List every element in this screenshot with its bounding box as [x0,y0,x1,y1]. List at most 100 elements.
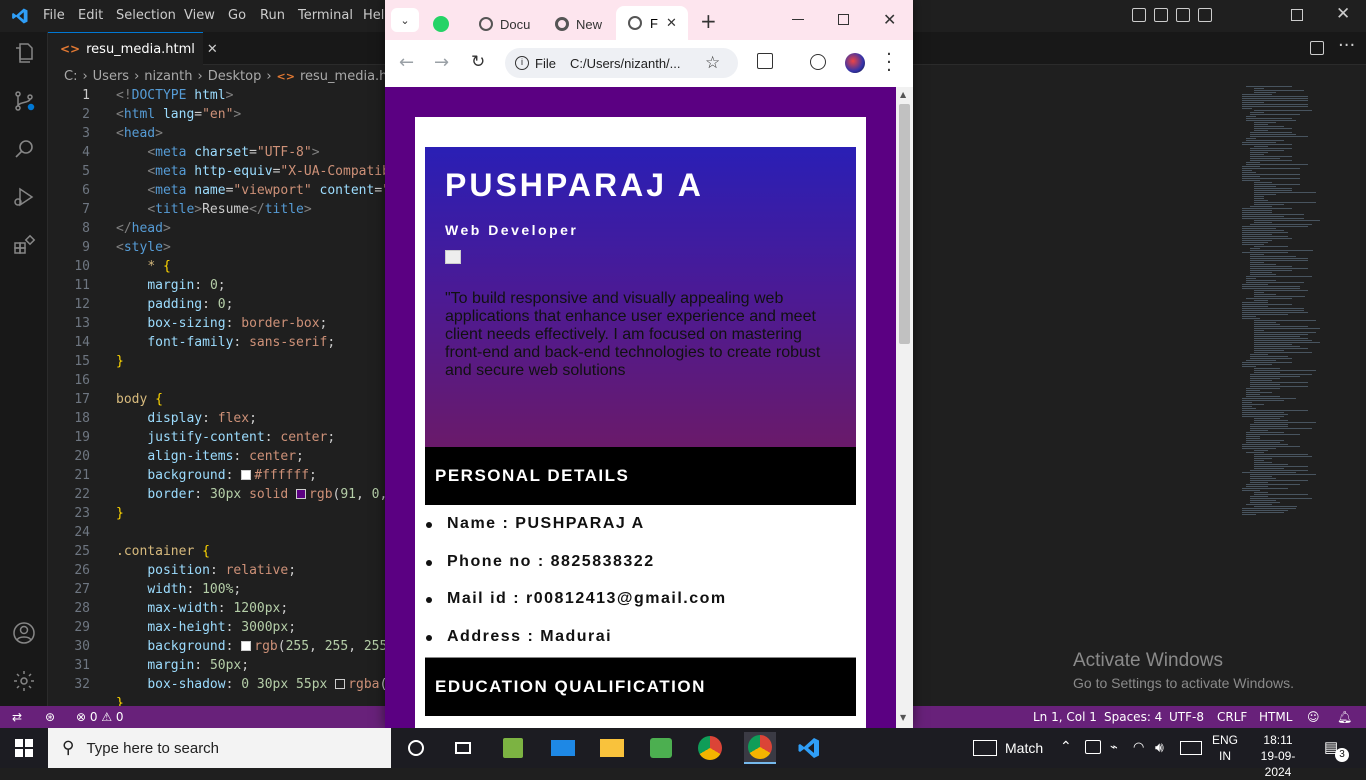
code-line[interactable]: background: rgb(255, 255, 255 [116,637,387,656]
chrome-active-taskbar-icon[interactable] [744,732,776,764]
task-view-icon[interactable] [447,732,479,764]
code-line[interactable]: justify-content: center; [116,428,335,447]
source-control-icon[interactable] [11,88,37,114]
news-widget-icon[interactable] [973,740,997,756]
code-line[interactable]: background: #ffffff; [116,466,317,485]
maximize-icon[interactable] [838,14,849,25]
mail-icon[interactable] [547,732,579,764]
code-line[interactable]: align-items: center; [116,447,304,466]
taskbar-search-box[interactable]: ⚲ Type here to search [48,728,391,768]
scroll-up-arrow-icon[interactable]: ▲ [900,90,906,99]
tab-close-icon[interactable]: ✕ [207,42,218,57]
wifi-icon[interactable]: ◠ [1133,739,1144,755]
tab-new[interactable]: New [555,8,602,40]
code-line[interactable]: font-family: sans-serif; [116,333,335,352]
chevron-up-icon[interactable]: ⌃ [1060,738,1072,755]
new-tab-icon[interactable]: + [700,9,717,33]
code-line[interactable]: max-width: 1200px; [116,599,288,618]
close-window-icon[interactable]: ✕ [883,10,896,29]
volume-icon[interactable]: 🔊︎ [1155,739,1164,756]
code-line[interactable]: </head> [116,219,171,238]
indentation[interactable]: Spaces: 4 [1104,706,1162,728]
code-line[interactable]: } [116,352,124,371]
feedback-icon[interactable]: ☺ [1307,706,1320,728]
code-line[interactable]: <meta charset="UTF-8"> [116,143,319,162]
breadcrumb-desktop[interactable]: Desktop [208,69,262,84]
menu-run[interactable]: Run [260,0,285,32]
code-line[interactable]: <head> [116,124,163,143]
layout-toggle-icons[interactable] [1132,8,1227,24]
code-line[interactable]: <!DOCTYPE html> [116,86,233,105]
run-debug-icon[interactable] [11,184,37,210]
menu-edit[interactable]: Edit [78,0,103,32]
remote-icon[interactable]: ⇄ [12,706,22,728]
battery-icon[interactable] [1085,740,1101,754]
menu-view[interactable]: View [184,0,215,32]
extensions-icon[interactable] [11,232,37,258]
clock[interactable]: 18:11 19-09-2024 [1248,732,1308,780]
code-line[interactable]: body { [116,390,163,409]
app-green-icon[interactable] [497,732,529,764]
minimap[interactable] [1238,86,1366,526]
chrome-menu-icon[interactable]: · · · [886,46,892,80]
more-actions-icon[interactable]: ··· [1338,35,1355,56]
explorer-icon[interactable] [11,40,37,66]
menu-terminal[interactable]: Terminal [298,0,353,32]
menu-go[interactable]: Go [228,0,246,32]
chrome-taskbar-icon[interactable] [694,732,726,764]
cortana-icon[interactable] [400,732,432,764]
file-explorer-icon[interactable] [596,732,628,764]
problems-indicator[interactable]: ⊗ 0 ⚠ 0 [76,706,124,728]
code-line[interactable]: } [116,504,124,523]
tab-search-icon[interactable]: ⌄ [391,8,419,32]
breadcrumb-nizanth[interactable]: nizanth [144,69,192,84]
settings-gear-icon[interactable] [11,668,37,694]
breadcrumb-drive[interactable]: C: [64,69,77,84]
code-line[interactable]: display: flex; [116,409,257,428]
close-icon[interactable]: ✕ [1336,4,1350,24]
reload-icon[interactable]: ↻ [471,52,485,72]
forward-icon[interactable]: → [434,52,449,73]
code-line[interactable]: max-height: 3000px; [116,618,296,637]
split-editor-icon[interactable] [1310,41,1324,55]
match-widget[interactable]: Match [1005,740,1043,756]
code-line[interactable]: margin: 50px; [116,656,249,675]
tab-active[interactable]: F ✕ [616,6,688,40]
encoding[interactable]: UTF-8 [1169,706,1204,728]
code-line[interactable]: <title>Resume</title> [116,200,311,219]
code-line[interactable]: width: 100%; [116,580,241,599]
code-line[interactable]: <html lang="en"> [116,105,241,124]
code-line[interactable]: } [116,694,124,706]
performance-icon[interactable] [810,54,826,70]
minimize-icon[interactable] [792,19,804,20]
whatsapp-tab[interactable] [433,8,449,40]
code-line[interactable]: <meta name="viewport" content=" [116,181,390,200]
ports-icon[interactable]: ⊛ [45,706,55,728]
language-mode[interactable]: HTML [1259,706,1292,728]
menu-file[interactable]: File [43,0,65,32]
notifications-bell-icon[interactable]: 🔔︎ [1337,706,1352,728]
code-line[interactable]: * { [116,257,170,276]
code-line[interactable]: box-shadow: 0 30px 55px rgba( [116,675,387,694]
address-bar[interactable]: i File C:/Users/nizanth/... [505,48,738,78]
keyboard-icon[interactable] [1180,741,1202,755]
search-icon[interactable] [11,136,37,162]
tab-resu-media[interactable]: <> resu_media.html ✕ [48,32,218,65]
scroll-down-arrow-icon[interactable]: ▼ [900,713,906,722]
tab-docu[interactable]: Docu [479,8,530,40]
onedrive-icon[interactable]: ⌁ [1110,739,1118,755]
tab-close-icon[interactable]: ✕ [666,15,677,31]
network-app-icon[interactable] [645,732,677,764]
extensions-puzzle-icon[interactable] [757,53,773,69]
language-indicator[interactable]: ENG IN [1212,732,1238,764]
profile-avatar[interactable] [845,53,865,73]
code-line[interactable]: .container { [116,542,210,561]
scrollbar-thumb[interactable] [899,104,910,344]
breadcrumb-users[interactable]: Users [93,69,129,84]
menu-selection[interactable]: Selection [116,0,176,32]
account-icon[interactable] [11,620,37,646]
code-line[interactable]: position: relative; [116,561,296,580]
vscode-taskbar-icon[interactable] [793,732,825,764]
back-icon[interactable]: ← [399,52,414,73]
windows-start-icon[interactable] [8,732,40,764]
